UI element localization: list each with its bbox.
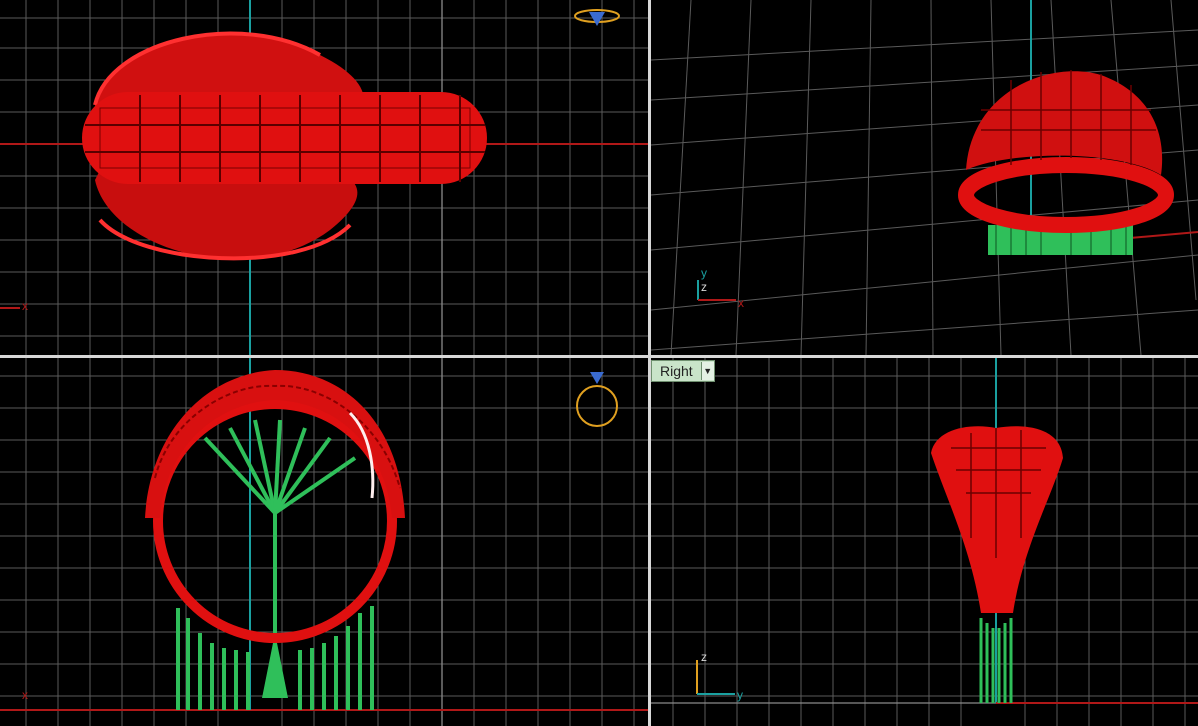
viewport-perspective[interactable]: x y z <box>651 0 1198 355</box>
axis-gizmo <box>696 660 735 695</box>
right-y-label: y <box>737 688 743 702</box>
ring-model-top[interactable] <box>82 31 487 261</box>
persp-x-label: x <box>738 296 744 310</box>
vertical-splitter[interactable] <box>648 0 651 726</box>
persp-y-label: y <box>701 266 707 280</box>
front-view-canvas <box>0 358 648 726</box>
top-view-canvas <box>0 0 648 355</box>
horizontal-splitter[interactable] <box>0 355 1198 358</box>
x-axis-label: x <box>22 688 28 702</box>
viewport-name: Right <box>660 363 693 379</box>
perspective-grid <box>651 0 1198 355</box>
right-view-canvas <box>651 358 1198 726</box>
ring-gem-icon <box>576 372 618 427</box>
grid <box>651 358 1198 726</box>
ring-model-front[interactable] <box>145 370 405 710</box>
viewport-top[interactable]: x <box>0 0 648 355</box>
persp-z-label: z <box>701 280 707 294</box>
viewport-menu-arrow-icon[interactable]: ▼ <box>700 362 714 380</box>
viewport-front[interactable]: x <box>0 358 648 726</box>
perspective-canvas <box>651 0 1198 355</box>
viewport-title-tab[interactable]: Right ▼ <box>651 360 715 382</box>
right-z-label: z <box>701 650 707 664</box>
viewport-right[interactable]: Right ▼ z y <box>651 358 1198 726</box>
x-axis-indicator <box>0 307 20 309</box>
x-axis-label: x <box>22 299 28 313</box>
